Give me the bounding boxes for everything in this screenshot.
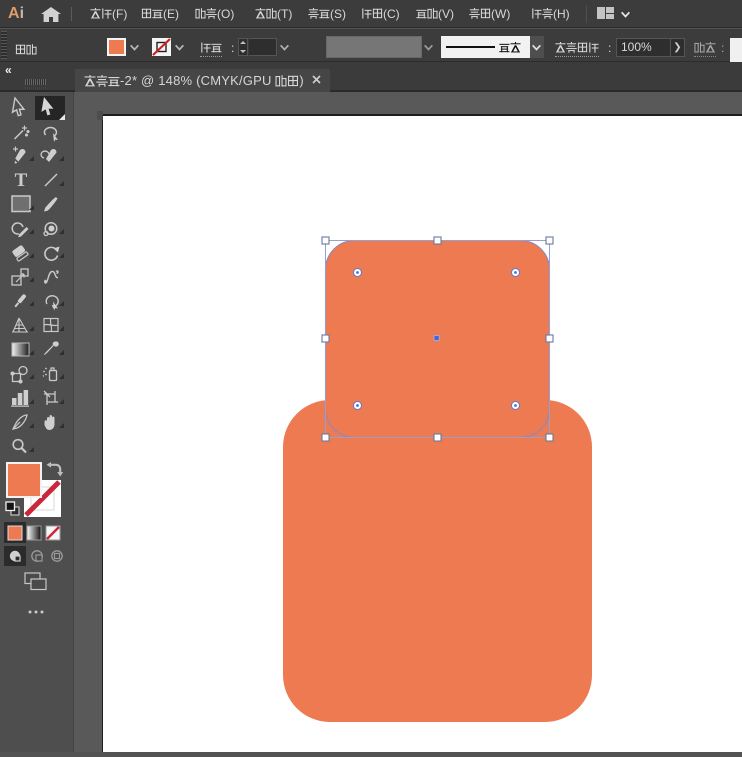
svg-text:T: T xyxy=(15,170,28,191)
